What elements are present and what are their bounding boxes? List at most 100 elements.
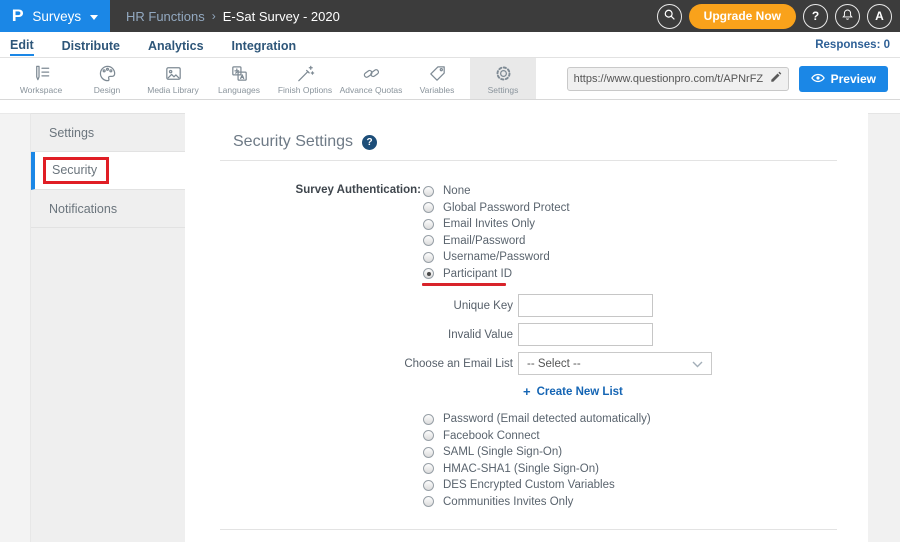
radio-option-participant-id[interactable]: Participant ID [423, 266, 570, 283]
tool-settings[interactable]: Settings [470, 58, 536, 99]
product-label: Surveys [32, 9, 81, 24]
sidebar-item-security[interactable]: Security [31, 152, 185, 190]
radio-option-facebook-connect[interactable]: Facebook Connect [423, 428, 868, 445]
radio-option-des-encrypted[interactable]: DES Encrypted Custom Variables [423, 477, 868, 494]
tool-finish-options[interactable]: Finish Options [272, 58, 338, 99]
breadcrumb-folder[interactable]: HR Functions [126, 9, 205, 24]
divider [220, 160, 837, 161]
radio-icon[interactable] [423, 430, 434, 441]
help-button[interactable]: ? [803, 4, 828, 29]
unique-key-label: Unique Key [220, 300, 518, 312]
radio-option-communities-invites[interactable]: Communities Invites Only [423, 494, 868, 511]
divider [220, 529, 837, 530]
sidebar-item-label: Settings [49, 126, 94, 140]
chain-link-icon [361, 63, 382, 84]
radio-icon[interactable] [423, 252, 434, 263]
palette-icon [97, 63, 118, 84]
auth-options-bottom: Password (Email detected automatically) … [423, 411, 868, 510]
questionpro-logo: P [12, 6, 24, 26]
radio-icon[interactable] [423, 414, 434, 425]
eye-icon [811, 72, 825, 86]
create-new-list-link[interactable]: + Create New List [523, 385, 868, 398]
radio-option-email-password[interactable]: Email/Password [423, 233, 570, 250]
tab-integration[interactable]: Integration [232, 35, 297, 55]
radio-icon[interactable] [423, 496, 434, 507]
email-list-select[interactable]: -- Select -- [518, 352, 712, 375]
left-gutter [0, 113, 30, 542]
tab-edit[interactable]: Edit [10, 34, 34, 56]
radio-option-hmac-sha1[interactable]: HMAC-SHA1 (Single Sign-On) [423, 461, 868, 478]
tool-media-library[interactable]: Media Library [140, 58, 206, 99]
page-title: Security Settings [233, 133, 353, 151]
search-button[interactable] [657, 4, 682, 29]
breadcrumb: HR Functions › E-Sat Survey - 2020 [126, 9, 340, 24]
sidebar-item-notifications[interactable]: Notifications [31, 190, 185, 228]
radio-option-email-invites-only[interactable]: Email Invites Only [423, 216, 570, 233]
radio-icon[interactable] [423, 447, 434, 458]
plus-icon: + [523, 385, 531, 398]
avatar[interactable]: A [867, 4, 892, 29]
questionpro-app: P Surveys HR Functions › E-Sat Survey - … [0, 0, 900, 542]
search-icon [663, 8, 676, 24]
survey-authentication-label: Survey Authentication: [220, 183, 421, 288]
radio-icon[interactable] [423, 202, 434, 213]
survey-url-field[interactable]: https://www.questionpro.com/t/APNrFZ [567, 67, 789, 91]
settings-sidebar: Settings Security Notifications [30, 113, 185, 542]
red-annotation-box: Security [43, 157, 109, 184]
notifications-button[interactable] [835, 4, 860, 29]
tool-languages[interactable]: Languages [206, 58, 272, 99]
invalid-value-label: Invalid Value [220, 329, 518, 341]
invalid-value-input[interactable] [518, 323, 653, 346]
radio-option-global-password[interactable]: Global Password Protect [423, 200, 570, 217]
responses-count[interactable]: Responses: 0 [815, 39, 890, 51]
settings-content: Settings Security Notifications Security… [0, 100, 900, 542]
radio-icon[interactable] [423, 186, 434, 197]
security-settings-panel: Security Settings ? Survey Authenticatio… [185, 100, 868, 542]
survey-nav: Edit Distribute Analytics Integration Re… [0, 32, 900, 58]
breadcrumb-separator: › [212, 9, 216, 23]
email-list-label: Choose an Email List [220, 358, 518, 370]
survey-authentication-row: Survey Authentication: None Global Passw… [220, 183, 868, 288]
tab-distribute[interactable]: Distribute [62, 35, 120, 55]
email-list-row: Choose an Email List -- Select -- [220, 352, 868, 375]
radio-option-username-password[interactable]: Username/Password [423, 249, 570, 266]
help-icon[interactable]: ? [362, 135, 377, 150]
tag-icon [427, 63, 448, 84]
wand-icon [295, 63, 316, 84]
radio-icon[interactable] [423, 480, 434, 491]
radio-icon[interactable] [423, 235, 434, 246]
unique-key-input[interactable] [518, 294, 653, 317]
preview-button[interactable]: Preview [799, 66, 888, 92]
tool-variables[interactable]: Variables [404, 58, 470, 99]
email-list-selected-value: -- Select -- [527, 358, 692, 370]
radio-icon[interactable] [423, 219, 434, 230]
toolbar-tools: Workspace Design Media Library Languages [0, 58, 536, 99]
surveys-menu[interactable]: P Surveys [0, 0, 110, 32]
upgrade-now-button[interactable]: Upgrade Now [689, 4, 796, 29]
sidebar-item-label: Security [52, 163, 97, 177]
tool-design[interactable]: Design [74, 58, 140, 99]
tool-advance-quotas[interactable]: Advance Quotas [338, 58, 404, 99]
workspace-icon [31, 63, 52, 84]
topbar-actions: Upgrade Now ? A [657, 4, 900, 29]
radio-option-password-email-detected[interactable]: Password (Email detected automatically) [423, 411, 868, 428]
edit-url-button[interactable] [766, 70, 782, 88]
chevron-down-icon [90, 15, 98, 20]
panel-header: Security Settings ? [233, 133, 868, 151]
radio-option-none[interactable]: None [423, 183, 570, 200]
breadcrumb-survey-title[interactable]: E-Sat Survey - 2020 [223, 9, 340, 24]
toolbar-right: https://www.questionpro.com/t/APNrFZ Pre… [567, 58, 900, 99]
sidebar-item-settings[interactable]: Settings [31, 114, 185, 152]
unique-key-row: Unique Key [220, 294, 868, 317]
topbar: P Surveys HR Functions › E-Sat Survey - … [0, 0, 900, 32]
tool-workspace[interactable]: Workspace [8, 58, 74, 99]
red-underline-annotation [422, 283, 506, 286]
gear-icon [493, 63, 514, 84]
bell-icon [841, 8, 854, 24]
edit-toolbar: Workspace Design Media Library Languages [0, 58, 900, 100]
radio-icon-selected[interactable] [423, 268, 434, 279]
radio-option-saml[interactable]: SAML (Single Sign-On) [423, 444, 868, 461]
radio-icon[interactable] [423, 463, 434, 474]
tab-analytics[interactable]: Analytics [148, 35, 204, 55]
preview-label: Preview [831, 72, 876, 86]
